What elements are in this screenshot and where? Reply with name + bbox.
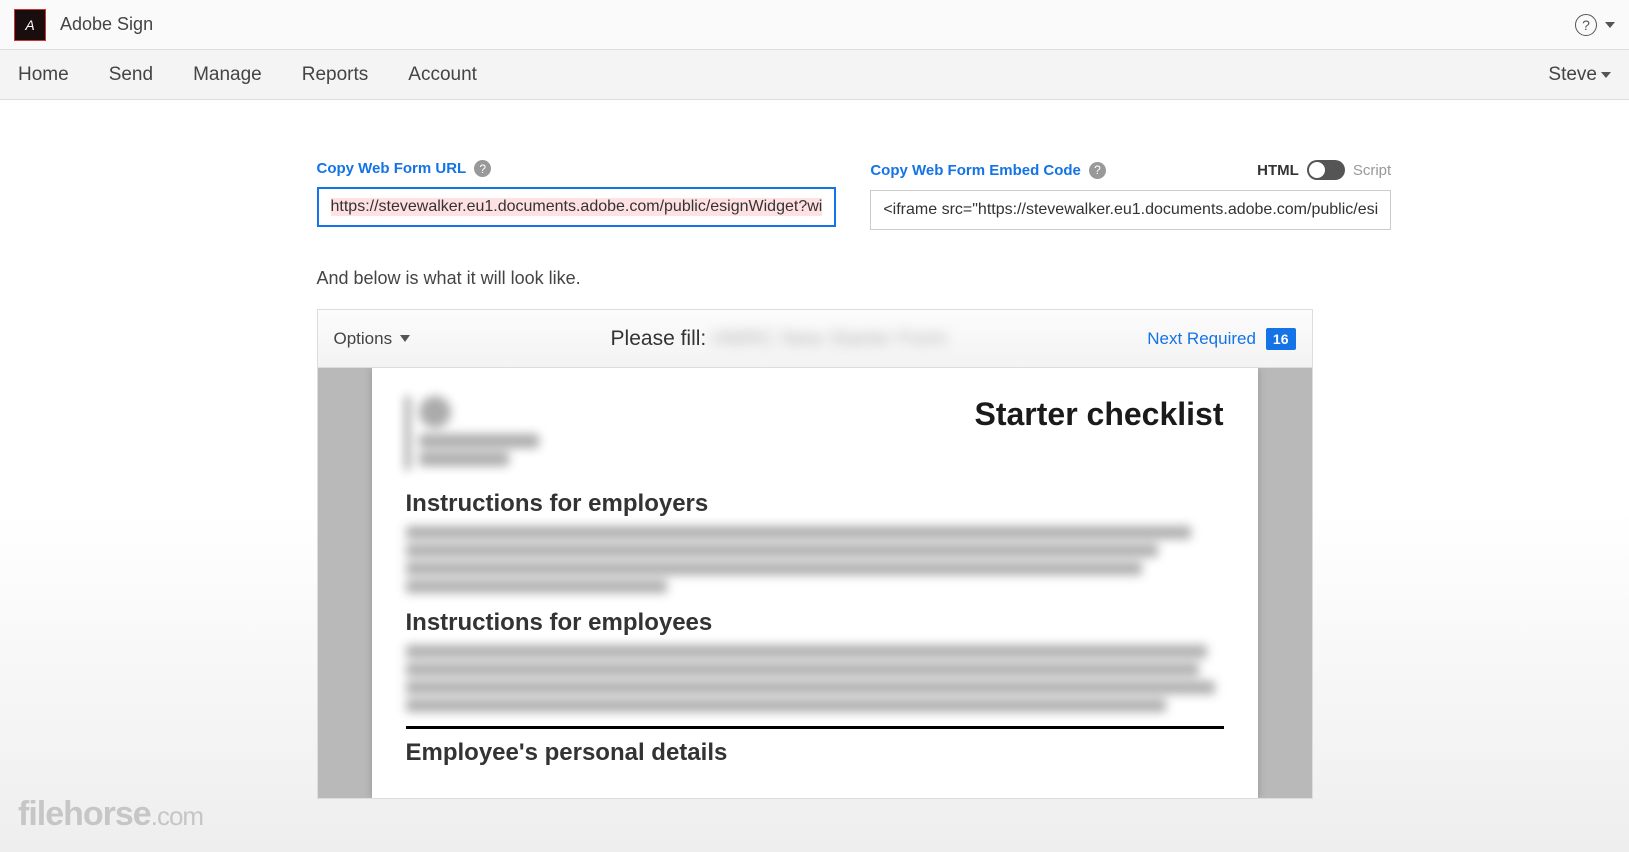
- user-menu[interactable]: Steve: [1548, 64, 1611, 86]
- toggle-knob-icon: [1309, 162, 1325, 178]
- url-field-label: Copy Web Form URL: [317, 160, 467, 177]
- content-area: Copy Web Form URL ? https://stevewalker.…: [0, 100, 1629, 799]
- user-menu-caret-icon: [1601, 72, 1611, 78]
- toggle-script-label: Script: [1353, 162, 1391, 179]
- doc-para-blurred-1: [406, 526, 1224, 593]
- doc-section-divider: [406, 726, 1224, 729]
- embed-value-text: <iframe src="https://stevewalker.eu1.doc…: [883, 201, 1378, 219]
- doc-para-blurred-2: [406, 645, 1224, 712]
- nav-manage[interactable]: Manage: [193, 64, 262, 86]
- help-icon[interactable]: ?: [1575, 14, 1597, 36]
- doc-section-personal: Employee's personal details: [406, 739, 1224, 767]
- nav-account[interactable]: Account: [408, 64, 477, 86]
- document-page: Starter checklist Instructions for emplo…: [372, 368, 1258, 798]
- doc-section-employers: Instructions for employers: [406, 490, 1224, 518]
- embed-help-icon[interactable]: ?: [1089, 162, 1106, 179]
- watermark: filehorse.com: [18, 795, 203, 834]
- app-title: Adobe Sign: [60, 14, 1575, 35]
- preview-toolbar: Options Please fill: HMRC New Starter Fo…: [318, 310, 1312, 368]
- embed-code-input[interactable]: <iframe src="https://stevewalker.eu1.doc…: [870, 190, 1391, 230]
- help-dropdown-caret-icon[interactable]: [1605, 22, 1615, 28]
- toggle-html-label: HTML: [1257, 162, 1299, 179]
- required-count-badge[interactable]: 16: [1266, 328, 1296, 350]
- doc-section-employees: Instructions for employees: [406, 609, 1224, 637]
- url-help-icon[interactable]: ?: [474, 160, 491, 177]
- nav-home[interactable]: Home: [18, 64, 69, 86]
- form-name-blurred: HMRC New Starter Form: [712, 327, 947, 351]
- nav-reports[interactable]: Reports: [302, 64, 369, 86]
- web-form-url-input[interactable]: https://stevewalker.eu1.documents.adobe.…: [317, 187, 837, 227]
- please-fill-label: Please fill:: [611, 327, 707, 351]
- url-value-text: https://stevewalker.eu1.documents.adobe.…: [331, 198, 823, 216]
- next-required-link[interactable]: Next Required: [1147, 329, 1256, 349]
- chevron-down-icon: [400, 335, 410, 342]
- app-header: A Adobe Sign ?: [0, 0, 1629, 50]
- main-nav: Home Send Manage Reports Account Steve: [0, 50, 1629, 100]
- adobe-sign-logo-icon: A: [14, 9, 46, 41]
- nav-send[interactable]: Send: [109, 64, 153, 86]
- form-preview: Options Please fill: HMRC New Starter Fo…: [317, 309, 1313, 799]
- embed-field-label: Copy Web Form Embed Code: [870, 162, 1081, 179]
- doc-logo-blurred: [406, 396, 539, 470]
- preview-description: And below is what it will look like.: [317, 268, 1313, 289]
- user-name: Steve: [1548, 64, 1597, 86]
- options-dropdown[interactable]: Options: [334, 329, 411, 349]
- preview-title: Please fill: HMRC New Starter Form: [410, 327, 1147, 351]
- embed-format-toggle[interactable]: [1307, 160, 1345, 180]
- document-title: Starter checklist: [974, 396, 1223, 433]
- document-viewport[interactable]: Starter checklist Instructions for emplo…: [318, 368, 1312, 798]
